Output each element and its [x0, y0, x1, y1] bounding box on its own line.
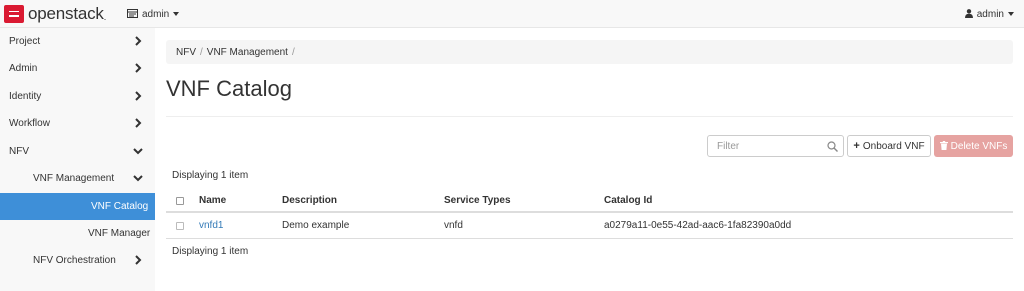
divider: [166, 116, 1013, 117]
select-all-checkbox[interactable]: [176, 197, 184, 205]
sidebar-item-vnf-management[interactable]: VNF Management: [0, 165, 155, 192]
vnf-name-cell: vnfd1: [199, 220, 223, 231]
trash-icon: [939, 140, 948, 152]
breadcrumb-item-vnf-management[interactable]: VNF Management: [207, 47, 288, 58]
column-header-service-types[interactable]: Service Types: [444, 195, 511, 206]
onboard-vnf-button[interactable]: + Onboard VNF: [847, 135, 931, 157]
search-icon[interactable]: [827, 141, 838, 152]
chevron-right-icon: [135, 63, 142, 73]
sidebar-item-label: Workflow: [9, 118, 50, 129]
sidebar-item-workflow[interactable]: Workflow: [0, 110, 155, 137]
chevron-down-icon: [133, 175, 143, 182]
sidebar-item-label: VNF Manager: [88, 228, 151, 239]
table-header-divider: [166, 211, 1013, 213]
logo-text: openstack: [28, 4, 104, 23]
description-cell: Demo example: [282, 220, 350, 231]
plus-icon: +: [853, 140, 860, 152]
caret-down-icon: [173, 12, 180, 16]
top-navbar: openstack . admin admin: [0, 0, 1024, 28]
page-title: VNF Catalog: [166, 76, 292, 101]
chevron-right-icon: [135, 255, 142, 265]
sidebar-item-label: Identity: [9, 91, 42, 102]
delete-vnfs-button[interactable]: Delete VNFs: [934, 135, 1013, 157]
project-label: admin: [142, 8, 170, 20]
sidebar: Project Admin Identity Workflow NFV VNF …: [0, 28, 155, 291]
sidebar-item-label: VNF Management: [33, 173, 115, 184]
logo-dot: .: [103, 12, 107, 22]
sidebar-item-identity[interactable]: Identity: [0, 83, 155, 110]
breadcrumb-separator: /: [200, 46, 203, 58]
breadcrumb-item-nfv[interactable]: NFV: [176, 47, 196, 58]
sidebar-item-nfv-orchestration[interactable]: NFV Orchestration: [0, 247, 155, 274]
item-count-top: Displaying 1 item: [172, 170, 249, 181]
sidebar-item-nfv[interactable]: NFV: [0, 138, 155, 165]
chevron-down-icon: [133, 148, 143, 155]
sidebar-item-admin[interactable]: Admin: [0, 55, 155, 82]
user-dropdown[interactable]: admin: [964, 0, 1014, 28]
openstack-logo-icon: [4, 5, 24, 23]
delete-vnfs-label: Delete VNFs: [950, 140, 1008, 152]
column-header-catalog-id[interactable]: Catalog Id: [604, 195, 652, 206]
sidebar-item-vnf-catalog[interactable]: VNF Catalog: [0, 193, 155, 220]
caret-down-icon: [1008, 12, 1014, 16]
sidebar-item-label: NFV Orchestration: [33, 255, 116, 266]
vnf-name-link[interactable]: vnfd1: [199, 220, 223, 231]
breadcrumb-separator: /: [291, 46, 295, 58]
column-header-description[interactable]: Description: [282, 195, 337, 206]
chevron-right-icon: [135, 36, 142, 46]
sidebar-item-project[interactable]: Project: [0, 28, 155, 55]
sidebar-item-label: VNF Catalog: [91, 201, 149, 212]
onboard-vnf-label: Onboard VNF: [862, 140, 925, 152]
breadcrumb: NFV / VNF Management /: [166, 40, 1013, 64]
item-count-bottom: Displaying 1 item: [172, 246, 249, 257]
chevron-right-icon: [135, 91, 142, 101]
catalog-id-cell: a0279a11-0e55-42ad-aac6-1fa82390a0dd: [604, 220, 792, 231]
sidebar-item-vnf-manager[interactable]: VNF Manager: [0, 220, 155, 247]
sidebar-item-label: Project: [9, 36, 41, 47]
openstack-logo[interactable]: openstack .: [4, 3, 106, 25]
table-row-divider: [166, 238, 1013, 239]
filter-field[interactable]: [707, 135, 844, 157]
column-header-name[interactable]: Name: [199, 195, 226, 206]
row-checkbox[interactable]: [176, 222, 184, 230]
service-types-cell: vnfd: [444, 220, 463, 231]
user-label: admin: [976, 8, 1004, 20]
user-icon: [964, 8, 973, 20]
sidebar-item-label: Admin: [9, 63, 38, 74]
filter-input[interactable]: [708, 136, 818, 156]
project-icon: [127, 8, 138, 20]
chevron-right-icon: [135, 118, 142, 128]
project-dropdown[interactable]: admin: [127, 0, 180, 28]
sidebar-item-label: NFV: [9, 146, 29, 157]
